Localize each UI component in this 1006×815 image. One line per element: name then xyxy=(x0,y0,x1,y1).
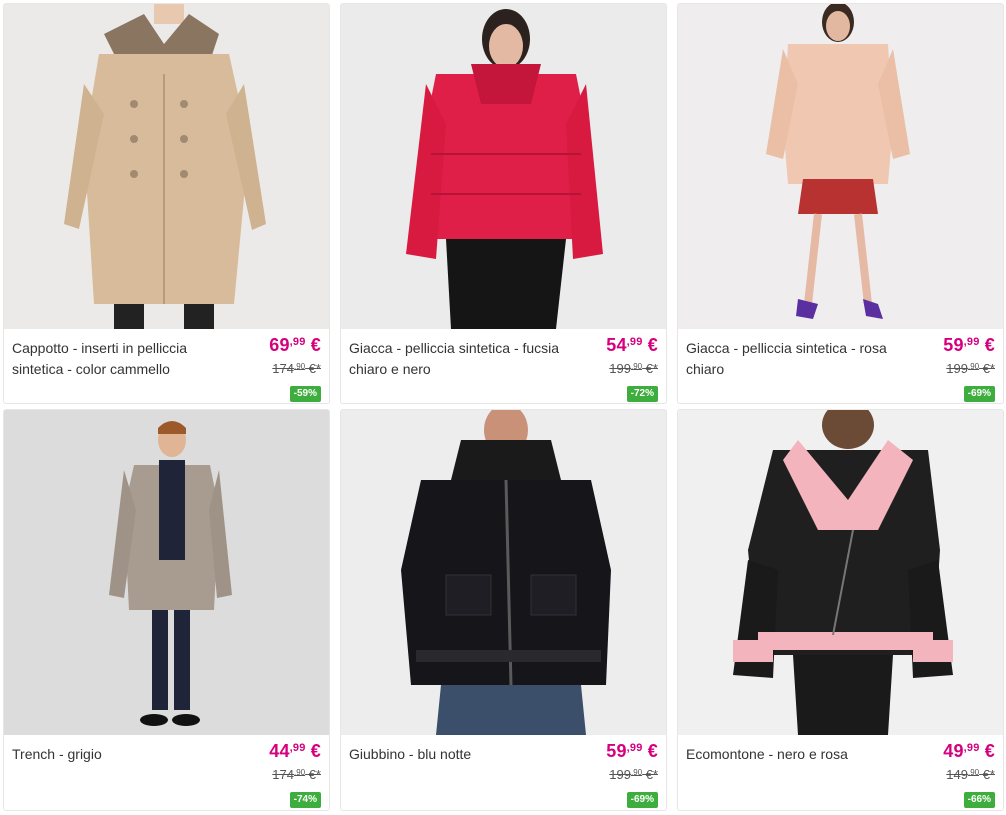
product-name[interactable]: Trench - grigio xyxy=(12,744,230,765)
original-price: 199,90 €* xyxy=(609,767,658,782)
product-price: 69,99 € xyxy=(269,335,321,355)
product-card[interactable]: Ecomontone - nero e rosa 49,99 € 149,90 … xyxy=(677,409,1004,811)
product-price: 54,99 € xyxy=(606,335,658,355)
product-card[interactable]: Giacca - pelliccia sintetica - fucsia ch… xyxy=(340,3,667,404)
original-price: 174,90 €* xyxy=(272,361,321,376)
product-name[interactable]: Giacca - pelliccia sintetica - rosa chia… xyxy=(686,338,904,380)
product-grid: Cappotto - inserti in pelliccia sintetic… xyxy=(3,3,1004,811)
original-price: 174,90 €* xyxy=(272,767,321,782)
original-price: 199,90 €* xyxy=(609,361,658,376)
black-pink-shearling-photo[interactable] xyxy=(678,410,1003,735)
original-price: 199,90 €* xyxy=(946,361,995,376)
product-card[interactable]: Giubbino - blu notte 59,99 € 199,90 €* -… xyxy=(340,409,667,811)
discount-badge: -74% xyxy=(289,792,321,808)
discount-badge: -72% xyxy=(626,386,658,402)
product-card[interactable]: Trench - grigio 44,99 € 174,90 €* -74% xyxy=(3,409,330,811)
product-name[interactable]: Ecomontone - nero e rosa xyxy=(686,744,904,765)
product-name[interactable]: Cappotto - inserti in pelliccia sintetic… xyxy=(12,338,230,380)
navy-jacket-photo[interactable] xyxy=(341,410,666,735)
product-card[interactable]: Giacca - pelliccia sintetica - rosa chia… xyxy=(677,3,1004,404)
fuchsia-fur-jacket-photo[interactable] xyxy=(341,4,666,329)
product-price: 59,99 € xyxy=(943,335,995,355)
product-price: 44,99 € xyxy=(269,741,321,761)
grey-trench-photo[interactable] xyxy=(4,410,329,735)
product-price: 49,99 € xyxy=(943,741,995,761)
discount-badge: -69% xyxy=(963,386,995,402)
product-price: 59,99 € xyxy=(606,741,658,761)
discount-badge: -59% xyxy=(289,386,321,402)
product-name[interactable]: Giacca - pelliccia sintetica - fucsia ch… xyxy=(349,338,567,380)
discount-badge: -69% xyxy=(626,792,658,808)
original-price: 149,90 €* xyxy=(946,767,995,782)
product-name[interactable]: Giubbino - blu notte xyxy=(349,744,567,765)
camel-coat-photo[interactable] xyxy=(4,4,329,329)
product-card[interactable]: Cappotto - inserti in pelliccia sintetic… xyxy=(3,3,330,404)
pink-fur-jacket-photo[interactable] xyxy=(678,4,1003,329)
discount-badge: -66% xyxy=(963,792,995,808)
